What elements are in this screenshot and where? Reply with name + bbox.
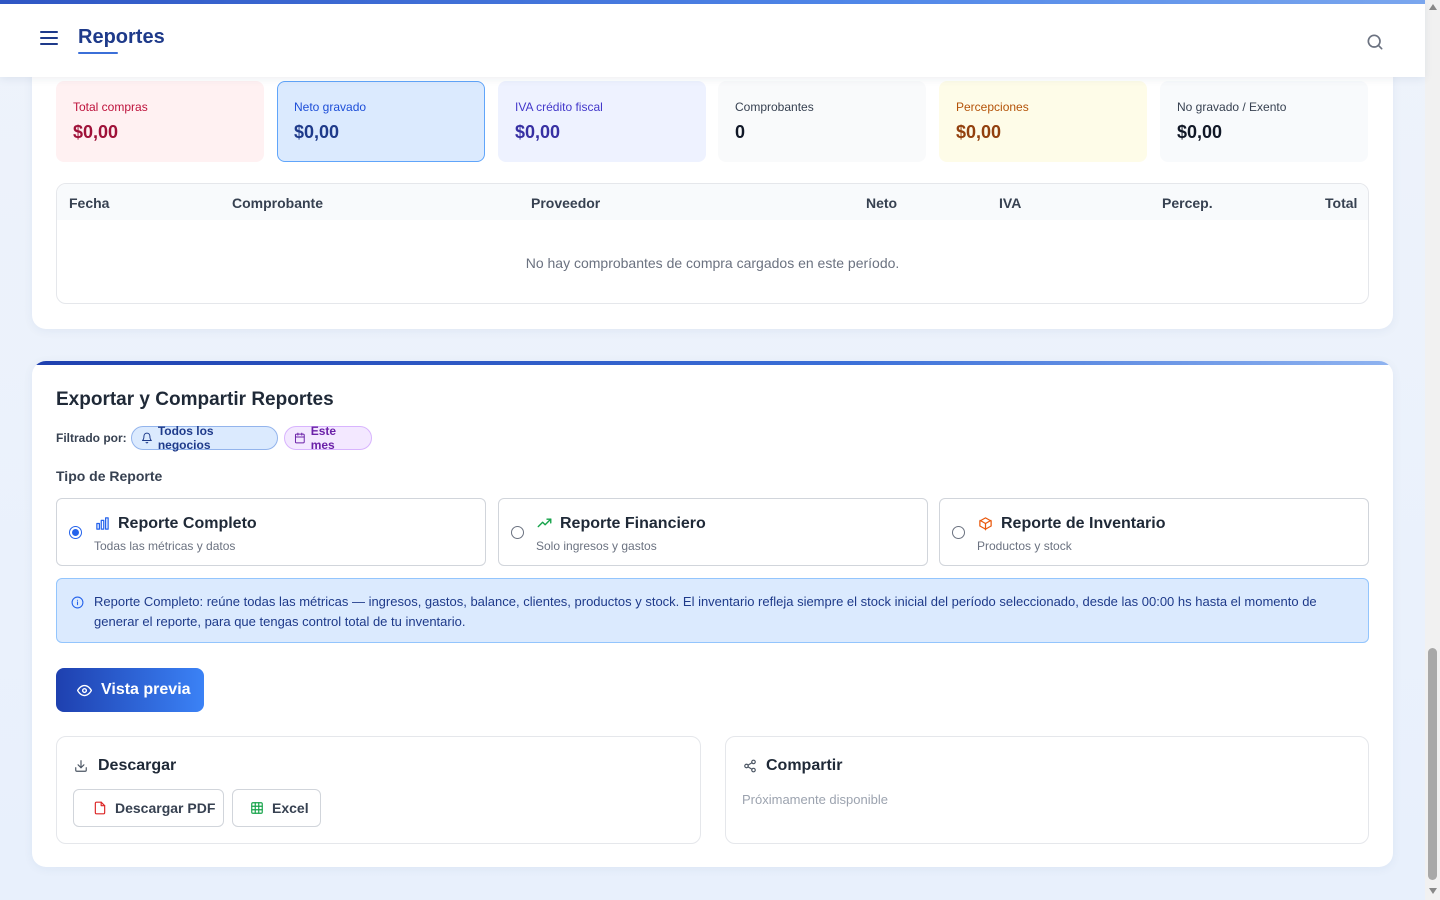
column-header-fecha: Fecha — [69, 195, 110, 211]
report-type-inventario[interactable]: Reporte de Inventario Productos y stock — [939, 498, 1369, 566]
card-accent-bar — [32, 361, 1393, 365]
preview-button[interactable]: Vista previa — [56, 668, 204, 712]
report-type-title: Reporte de Inventario — [1001, 515, 1166, 532]
report-type-title: Reporte Financiero — [560, 515, 706, 532]
top-header: Reportes — [0, 0, 1425, 77]
metric-label: IVA crédito fiscal — [515, 100, 603, 114]
column-header-total: Total — [1325, 195, 1358, 211]
eye-icon — [77, 684, 92, 696]
trending-up-icon — [537, 518, 552, 528]
purchases-summary-card: Total compras $0,00 Neto gravado $0,00 IVA c… — [32, 40, 1393, 329]
share-icon — [744, 759, 756, 773]
excel-label: Excel — [272, 800, 309, 816]
hamburger-menu-icon[interactable] — [40, 31, 58, 49]
empty-table-message: No hay comprobantes de compra cargados e… — [525, 255, 900, 271]
report-type-label: Tipo de Reporte — [56, 468, 163, 484]
calendar-icon — [294, 432, 305, 444]
metric-card: IVA crédito fiscal $0,00 — [498, 81, 706, 162]
preview-button-label: Vista previa — [101, 681, 191, 698]
section-title: Exportar y Compartir Reportes — [56, 389, 334, 410]
report-type-title: Reporte Completo — [118, 515, 257, 532]
metric-card: Comprobantes 0 — [718, 81, 926, 162]
report-type-subtitle: Todas las métricas y datos — [94, 539, 236, 553]
radio-financiero[interactable] — [511, 526, 524, 539]
filter-label: Filtrado por: — [56, 431, 127, 445]
download-pdf-button[interactable]: Descargar PDF — [73, 789, 224, 827]
table-header: Fecha Comprobante Proveedor Neto IVA Per… — [57, 184, 1368, 220]
share-title: Compartir — [766, 757, 843, 774]
page-title: Reportes — [78, 26, 165, 48]
scroll-down-arrow-icon[interactable] — [1429, 888, 1437, 894]
scroll-up-arrow-icon[interactable] — [1429, 4, 1437, 10]
search-icon[interactable] — [1365, 32, 1385, 52]
export-share-card: Exportar y Compartir Reportes Filtrado p… — [32, 361, 1393, 867]
metric-card: No gravado / Exento $0,00 — [1160, 81, 1368, 162]
report-type-subtitle: Productos y stock — [977, 539, 1072, 553]
metric-card: Total compras $0,00 — [56, 81, 264, 162]
header-accent-bar — [0, 0, 1425, 4]
spreadsheet-icon — [251, 802, 263, 814]
metric-label: Total compras — [73, 100, 148, 114]
chip-business-label: Todos los negocios — [157, 424, 214, 452]
chip-period-label: Este mes — [310, 424, 337, 452]
metric-value: $0,00 — [294, 122, 340, 142]
column-header-percep: Percep. — [1162, 195, 1213, 211]
report-type-subtitle: Solo ingresos y gastos — [536, 539, 657, 553]
column-header-proveedor: Proveedor — [531, 195, 601, 211]
excel-button[interactable]: Excel — [232, 789, 321, 827]
radio-completo[interactable] — [69, 526, 82, 539]
bar-chart-icon — [96, 517, 109, 530]
metric-label: Neto gravado — [294, 100, 367, 114]
download-pdf-label: Descargar PDF — [115, 800, 216, 816]
metric-card: Percepciones $0,00 — [939, 81, 1147, 162]
download-icon — [75, 760, 87, 772]
metric-value: $0,00 — [956, 122, 1002, 142]
metric-value: $0,00 — [73, 122, 119, 142]
info-icon — [71, 596, 84, 609]
report-info-text: Reporte Completo: reúne todas las métric… — [94, 594, 1317, 629]
column-header-comprobante: Comprobante — [232, 195, 323, 211]
bell-icon — [141, 432, 152, 444]
download-title: Descargar — [98, 757, 177, 774]
metric-label: Percepciones — [956, 100, 1029, 114]
report-info-box: Reporte Completo: reúne todas las métric… — [56, 578, 1369, 643]
pdf-file-icon — [94, 801, 106, 815]
download-panel: Descargar Descargar PDF Excel — [56, 736, 701, 844]
metric-label: No gravado / Exento — [1177, 100, 1287, 114]
filter-chip-business[interactable]: Todos los negocios — [131, 424, 278, 452]
column-header-iva: IVA — [999, 195, 1022, 211]
package-icon — [979, 517, 992, 531]
share-panel: Compartir Próximamente disponible — [725, 736, 1369, 844]
page-scrollbar[interactable] — [1425, 0, 1440, 900]
column-header-neto: Neto — [866, 195, 898, 211]
metric-value: $0,00 — [515, 122, 561, 142]
report-type-completo[interactable]: Reporte Completo Todas las métricas y da… — [56, 498, 486, 566]
metric-card: Neto gravado $0,00 — [277, 81, 485, 162]
report-type-financiero[interactable]: Reporte Financiero Solo ingresos y gasto… — [498, 498, 928, 566]
filter-chip-period[interactable]: Este mes — [284, 424, 372, 452]
purchases-table: Fecha Comprobante Proveedor Neto IVA Per… — [56, 183, 1369, 304]
scroll-thumb[interactable] — [1428, 648, 1437, 880]
share-status: Próximamente disponible — [742, 792, 888, 807]
metric-label: Comprobantes — [735, 100, 814, 114]
title-underline — [78, 52, 118, 54]
radio-inventario[interactable] — [952, 526, 965, 539]
metric-value: 0 — [735, 122, 746, 142]
metric-value: $0,00 — [1177, 122, 1223, 142]
